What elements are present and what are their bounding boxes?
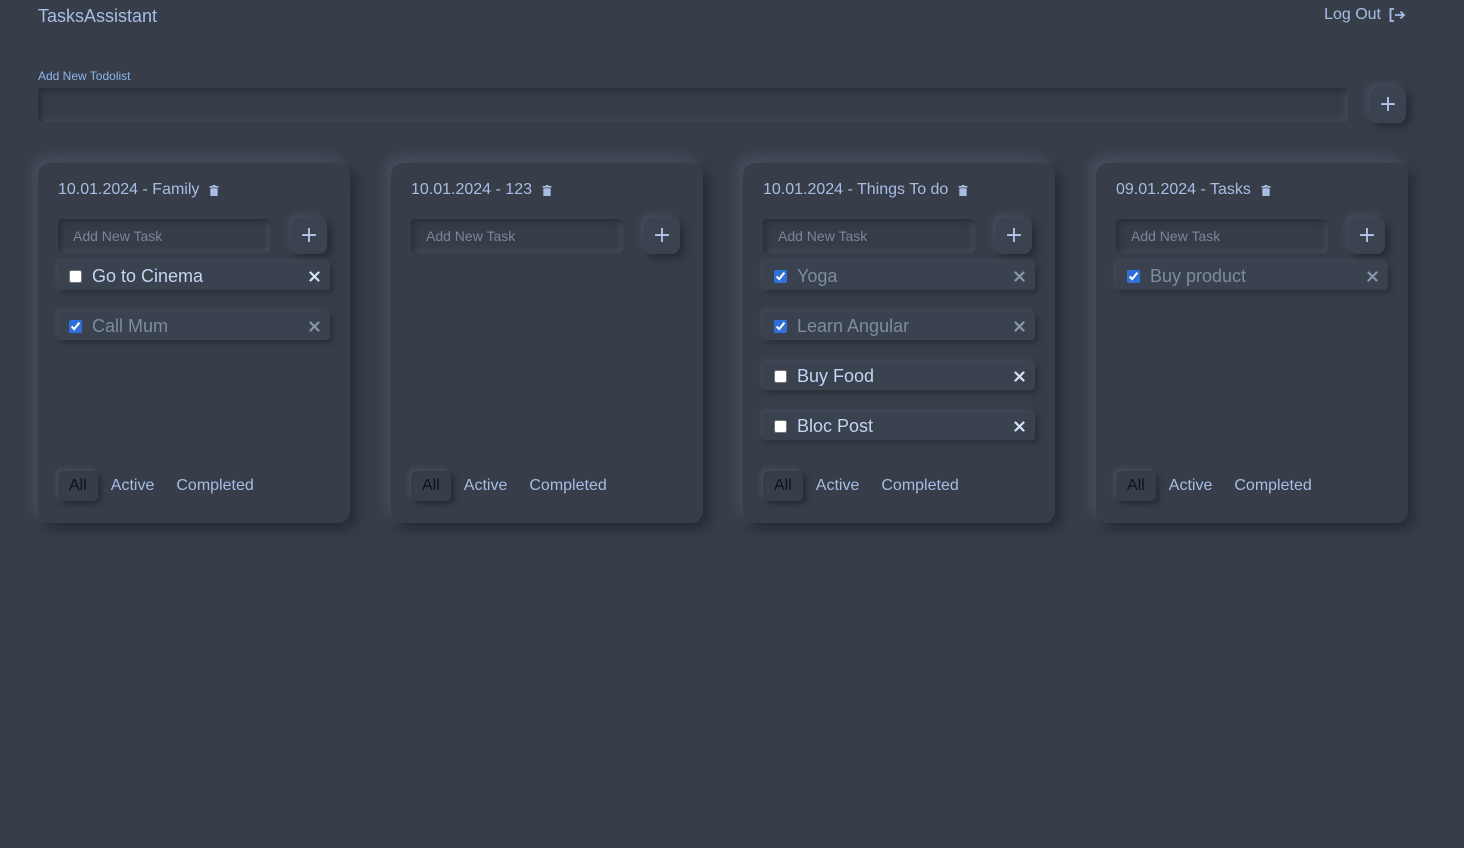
remove-task-button[interactable] <box>1007 314 1031 338</box>
filter-active-button[interactable]: Active <box>805 471 871 501</box>
plus-icon: + <box>1004 223 1024 248</box>
add-task-input[interactable] <box>411 219 623 253</box>
todolist-title: 10.01.2024 - Family <box>58 181 219 199</box>
plus-icon: + <box>299 223 319 248</box>
remove-task-button[interactable] <box>1360 264 1384 288</box>
add-task-button[interactable]: + <box>996 218 1032 254</box>
filter-all-button[interactable]: All <box>1116 471 1156 501</box>
close-icon <box>1013 370 1025 382</box>
filter-completed-button[interactable]: Completed <box>870 471 969 501</box>
task-title[interactable]: Buy product <box>1150 266 1360 287</box>
task-checkbox[interactable] <box>774 369 787 383</box>
task-checkbox[interactable] <box>774 319 787 333</box>
close-icon <box>1013 320 1025 332</box>
task-title[interactable]: Buy Food <box>797 366 1007 387</box>
filter-bar: All Active Completed <box>763 471 970 501</box>
filter-completed-button[interactable]: Completed <box>1223 471 1322 501</box>
task-checkbox[interactable] <box>69 319 82 333</box>
header: TasksAssistant Log Out <box>0 0 1464 34</box>
trash-icon[interactable] <box>542 184 552 196</box>
app-title: TasksAssistant <box>38 6 158 26</box>
close-icon <box>308 270 320 282</box>
task-title[interactable]: Learn Angular <box>797 316 1007 337</box>
todolist-card: 09.01.2024 - Tasks + Buy product AllActiveC… <box>1096 163 1408 523</box>
trash-icon[interactable] <box>1261 184 1271 196</box>
task-title[interactable]: Call Mum <box>92 316 302 337</box>
todolist-title: 10.01.2024 - Things To do <box>763 181 968 199</box>
task-item: Yoga <box>763 262 1035 290</box>
logout-icon <box>1389 8 1406 22</box>
add-todolist-button[interactable]: + <box>1370 87 1406 123</box>
filter-all-button[interactable]: All <box>411 471 451 501</box>
add-task-button[interactable]: + <box>1349 218 1385 254</box>
task-title[interactable]: Yoga <box>797 266 1007 287</box>
plus-icon: + <box>1378 92 1398 117</box>
filter-active-button[interactable]: Active <box>100 471 166 501</box>
trash-icon[interactable] <box>209 184 219 196</box>
filter-all-button[interactable]: All <box>58 471 98 501</box>
remove-task-button[interactable] <box>1007 364 1031 388</box>
todolist-title-text[interactable]: 10.01.2024 - Things To do <box>763 181 948 199</box>
close-icon <box>308 320 320 332</box>
remove-task-button[interactable] <box>302 264 326 288</box>
add-task-button[interactable]: + <box>644 218 680 254</box>
remove-task-button[interactable] <box>1007 264 1031 288</box>
task-item: Call Mum <box>58 312 330 340</box>
close-icon <box>1013 270 1025 282</box>
close-icon <box>1013 420 1025 432</box>
add-task-input[interactable] <box>763 219 975 253</box>
task-checkbox[interactable] <box>774 269 787 283</box>
filter-completed-button[interactable]: Completed <box>518 471 617 501</box>
todolist-title-text[interactable]: 10.01.2024 - 123 <box>411 181 532 199</box>
task-title[interactable]: Go to Cinema <box>92 266 302 287</box>
remove-task-button[interactable] <box>302 314 326 338</box>
task-item: Learn Angular <box>763 312 1035 340</box>
filter-active-button[interactable]: Active <box>453 471 519 501</box>
task-item: Go to Cinema <box>58 262 330 290</box>
add-task-input[interactable] <box>58 219 270 253</box>
todolist-title-text[interactable]: 10.01.2024 - Family <box>58 181 199 199</box>
plus-icon: + <box>652 223 672 248</box>
todolist-card: 10.01.2024 - Things To do + Yoga Learn Angu… <box>743 163 1055 523</box>
task-item: Buy Food <box>763 362 1035 390</box>
todolist-title: 10.01.2024 - 123 <box>411 181 552 199</box>
filter-bar: All Active Completed <box>58 471 265 501</box>
plus-icon: + <box>1357 223 1377 248</box>
remove-task-button[interactable] <box>1007 414 1031 438</box>
todolist-title: 09.01.2024 - Tasks <box>1116 181 1271 199</box>
task-item: Buy product <box>1116 262 1388 290</box>
new-todolist-label: Add New Todolist <box>38 69 131 83</box>
task-checkbox[interactable] <box>69 269 82 283</box>
close-icon <box>1366 270 1378 282</box>
filter-active-button[interactable]: Active <box>1158 471 1224 501</box>
add-task-button[interactable]: + <box>291 218 327 254</box>
trash-icon[interactable] <box>958 184 968 196</box>
filter-bar: All Active Completed <box>411 471 618 501</box>
task-checkbox[interactable] <box>774 419 787 433</box>
add-task-input[interactable] <box>1116 219 1328 253</box>
task-item: Bloc Post <box>763 412 1035 440</box>
todolist-card: 10.01.2024 - 123 + AllActiveCompleted <box>391 163 703 523</box>
filter-completed-button[interactable]: Completed <box>165 471 264 501</box>
task-title[interactable]: Bloc Post <box>797 416 1007 437</box>
filter-all-button[interactable]: All <box>763 471 803 501</box>
filter-bar: All Active Completed <box>1116 471 1323 501</box>
new-todolist-input[interactable] <box>38 88 1348 122</box>
logout-label: Log Out <box>1324 6 1381 23</box>
logout-button[interactable]: Log Out <box>1324 6 1406 24</box>
task-checkbox[interactable] <box>1127 269 1140 283</box>
todolist-title-text[interactable]: 09.01.2024 - Tasks <box>1116 181 1251 199</box>
todolist-card: 10.01.2024 - Family + Go to Cinema Call Mum… <box>38 163 350 523</box>
